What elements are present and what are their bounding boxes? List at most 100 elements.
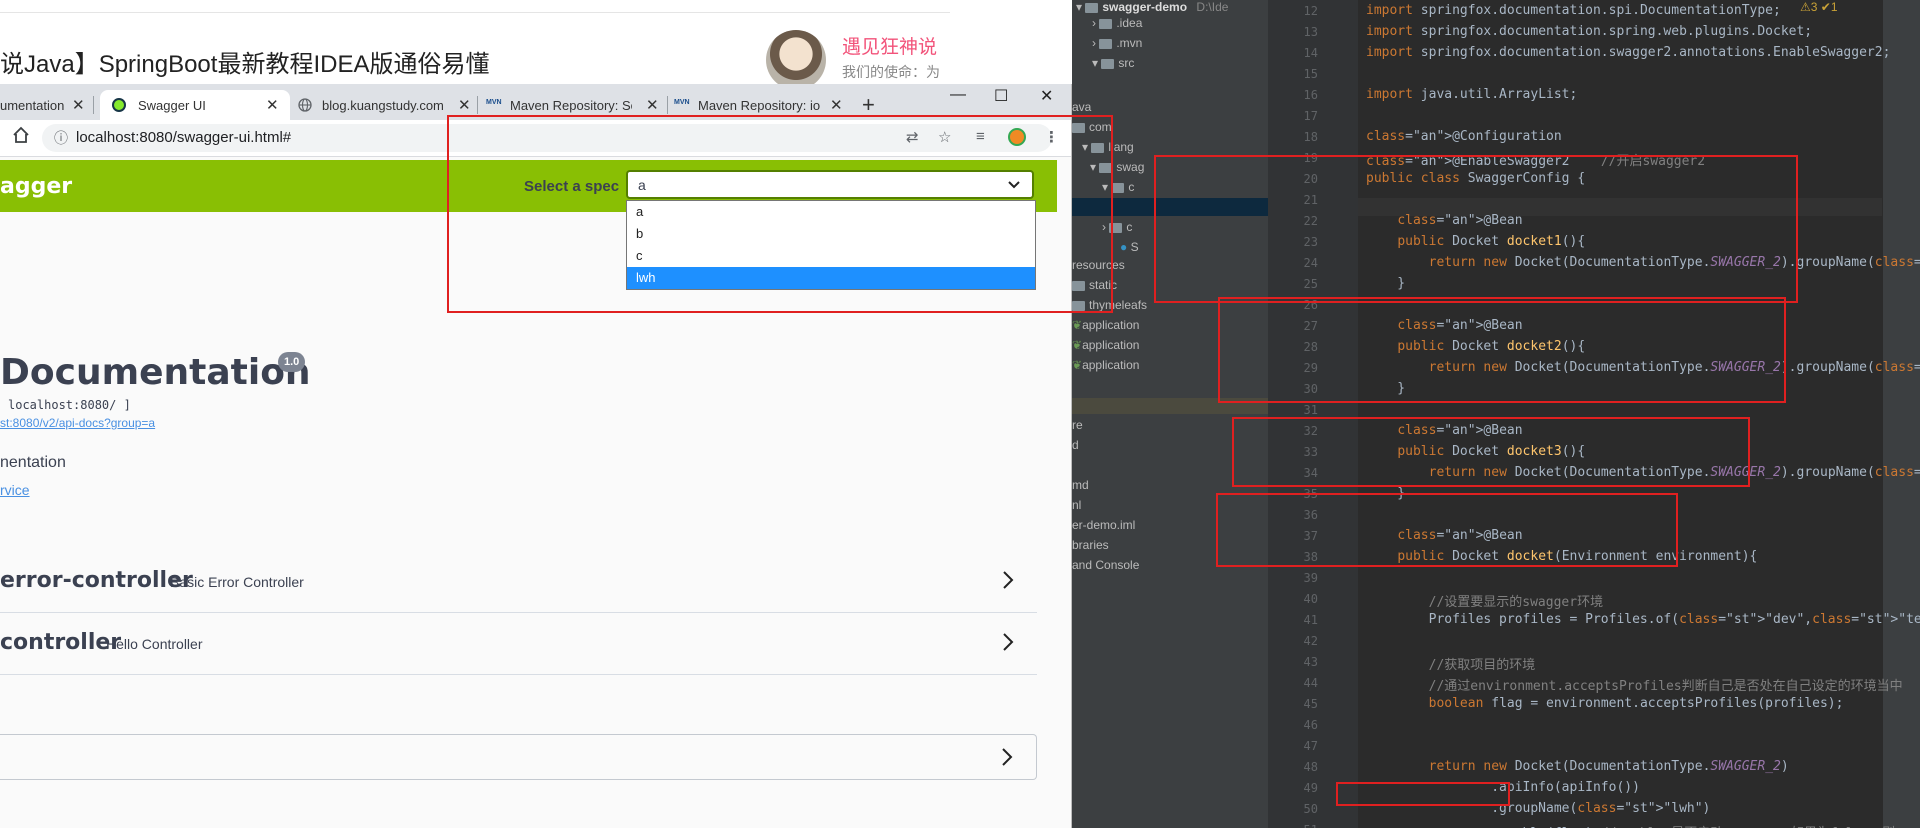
code-line[interactable]: class="an">@Configuration	[1366, 129, 1562, 144]
code-line[interactable]: import java.util.ArrayList;	[1366, 87, 1577, 102]
code-line[interactable]: import springfox.documentation.spring.we…	[1366, 24, 1812, 39]
tab-maven-2[interactable]: MVN Maven Repository: io ✕	[674, 90, 852, 120]
tab-maven-1[interactable]: MVN Maven Repository: Se ✕	[486, 90, 668, 120]
close-icon[interactable]: ✕	[266, 96, 279, 114]
tree-item[interactable]: ● S	[1120, 240, 1139, 254]
swagger-favicon-icon	[112, 98, 126, 112]
controller-section-error[interactable]: error-controller Basic Error Controller	[0, 550, 1037, 613]
terms-of-service-link[interactable]: rvice	[0, 482, 30, 498]
code-line[interactable]: class="an">@Bean	[1366, 318, 1522, 333]
line-number: 26	[1303, 298, 1318, 312]
code-line[interactable]: public Docket docket(Environment environ…	[1366, 549, 1757, 564]
code-line[interactable]: }	[1366, 276, 1405, 291]
code-line[interactable]: public Docket docket2(){	[1366, 339, 1585, 354]
code-line[interactable]: return new Docket(DocumentationType.SWAG…	[1366, 759, 1789, 774]
url-input[interactable]: localhost:8080/swagger-ui.html#	[76, 129, 291, 146]
models-section[interactable]	[0, 734, 1037, 780]
spec-option[interactable]: a	[627, 201, 1035, 223]
home-icon[interactable]	[12, 126, 30, 149]
close-icon[interactable]: ✕	[830, 96, 843, 114]
spec-select[interactable]: a	[626, 170, 1034, 199]
code-line[interactable]: //设置要显示的swagger环境	[1366, 591, 1603, 610]
avatar[interactable]	[766, 30, 826, 90]
new-tab-button[interactable]: +	[862, 92, 875, 118]
controller-section-hello[interactable]: controller Hello Controller	[0, 612, 1037, 675]
chevron-right-icon[interactable]	[1001, 570, 1015, 595]
code-line[interactable]: boolean flag = environment.acceptsProfil…	[1366, 696, 1844, 711]
tree-item[interactable]: ava	[1072, 100, 1091, 114]
close-window-button[interactable]: ✕	[1040, 86, 1053, 106]
info-icon[interactable]: ⓘ	[54, 128, 68, 148]
swagger-brand[interactable]: agger	[0, 174, 72, 199]
tree-item[interactable]: › .mvn	[1092, 36, 1142, 50]
spec-option-highlighted[interactable]: lwh	[627, 267, 1035, 289]
tree-item[interactable]: static	[1072, 278, 1117, 292]
code-line[interactable]: return new Docket(DocumentationType.SWAG…	[1366, 360, 1920, 375]
code-line[interactable]: //通过environment.acceptsProfiles判断自己是否处在自…	[1366, 675, 1903, 694]
tree-item[interactable]: ▾ src	[1092, 56, 1134, 70]
tab-documentation[interactable]: umentation & ✕	[0, 90, 94, 120]
code-line[interactable]: .enable(flag) //enable 是否启动swagger，如果为fa…	[1366, 822, 1920, 828]
close-icon[interactable]: ✕	[458, 96, 471, 114]
tree-item[interactable]: com	[1072, 120, 1112, 134]
tree-root[interactable]: ▾ swagger-demo D:\Ide	[1076, 0, 1228, 14]
tree-item[interactable]: resources	[1072, 258, 1125, 272]
code-line[interactable]: .apiInfo(apiInfo())	[1366, 780, 1640, 795]
inspection-status[interactable]: ⚠3 ✔1	[1800, 0, 1838, 14]
minimize-button[interactable]: —	[950, 86, 966, 104]
code-line[interactable]: public Docket docket3(){	[1366, 444, 1585, 459]
translate-icon[interactable]: ⇄	[906, 128, 919, 146]
code-line[interactable]: class="an">@Bean	[1366, 213, 1522, 228]
tree-item[interactable]: › c	[1102, 220, 1132, 234]
code-line[interactable]: return new Docket(DocumentationType.SWAG…	[1366, 255, 1920, 270]
code-line[interactable]: class="an">@Bean	[1366, 528, 1522, 543]
tree-item[interactable]: braries	[1072, 538, 1109, 552]
close-icon[interactable]: ✕	[646, 96, 659, 114]
spec-selected-value: a	[638, 177, 646, 193]
api-description: nentation	[0, 454, 66, 471]
playlist-icon[interactable]: ≡	[976, 128, 985, 145]
tree-item[interactable]: md	[1072, 478, 1089, 492]
tab-swagger-ui[interactable]: Swagger UI ✕	[100, 90, 290, 120]
tree-item[interactable]: › .idea	[1092, 16, 1142, 30]
tree-item[interactable]: thymeleafs	[1072, 298, 1147, 312]
tree-item[interactable]: er-demo.iml	[1072, 518, 1135, 532]
tree-item[interactable]: and Console	[1072, 558, 1139, 572]
code-line[interactable]: return new Docket(DocumentationType.SWAG…	[1366, 465, 1920, 480]
code-line[interactable]: }	[1366, 381, 1405, 396]
author-name[interactable]: 遇见狂神说	[842, 32, 937, 59]
tree-item[interactable]: ❦application	[1072, 338, 1139, 352]
code-line[interactable]: class="an">@Bean	[1366, 423, 1522, 438]
code-line[interactable]: .groupName(class="st">"lwh")	[1366, 801, 1710, 816]
chevron-right-icon[interactable]	[1001, 632, 1015, 657]
chevron-right-icon[interactable]	[1000, 747, 1014, 772]
code-line[interactable]: //获取项目的环境	[1366, 654, 1536, 673]
close-icon[interactable]: ✕	[72, 96, 85, 114]
code-line[interactable]: class="an">@EnableSwagger2 //开启swagger2	[1366, 150, 1705, 169]
tree-item[interactable]: re	[1072, 418, 1083, 432]
tree-item[interactable]: d	[1072, 438, 1079, 452]
tree-item-selected[interactable]	[1072, 198, 1268, 216]
tree-item[interactable]: ▾ liang	[1082, 140, 1134, 154]
tab-blog[interactable]: blog.kuangstudy.com ✕	[298, 90, 478, 120]
line-number: 42	[1303, 634, 1318, 648]
star-icon[interactable]: ☆	[938, 128, 951, 146]
spec-option[interactable]: b	[627, 223, 1035, 245]
code-line[interactable]: import springfox.documentation.spi.Docum…	[1366, 3, 1781, 18]
tab-label: Swagger UI	[138, 98, 206, 113]
code-line[interactable]: public Docket docket1(){	[1366, 234, 1585, 249]
api-docs-link[interactable]: st:8080/v2/api-docs?group=a	[0, 416, 155, 430]
code-line[interactable]: Profiles profiles = Profiles.of(class="s…	[1366, 612, 1920, 627]
profile-avatar[interactable]	[1008, 128, 1026, 146]
spec-option[interactable]: c	[627, 245, 1035, 267]
tree-item[interactable]: ▾ swag	[1090, 160, 1144, 174]
maximize-button[interactable]: ☐	[994, 86, 1008, 106]
code-line[interactable]: public class SwaggerConfig {	[1366, 171, 1585, 186]
tree-item[interactable]: ❦application	[1072, 358, 1139, 372]
tree-item[interactable]: ❦application	[1072, 318, 1139, 332]
tree-item[interactable]: ▾ c	[1102, 180, 1134, 194]
code-line[interactable]: import springfox.documentation.swagger2.…	[1366, 45, 1890, 60]
tree-item[interactable]: nl	[1072, 498, 1081, 512]
code-line[interactable]: }	[1366, 486, 1405, 501]
menu-icon[interactable]: ⋮	[1044, 128, 1059, 146]
